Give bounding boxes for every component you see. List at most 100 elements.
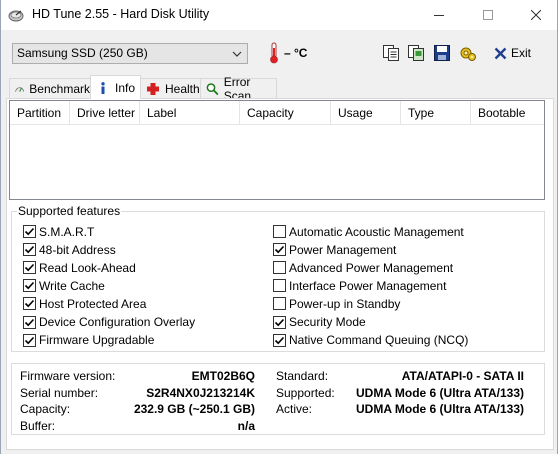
- standard-label: Standard:: [276, 369, 329, 383]
- feature-checkbox[interactable]: 48-bit Address: [23, 242, 116, 257]
- feature-checkbox[interactable]: Interface Power Management: [273, 278, 446, 293]
- save-icon[interactable]: [433, 44, 451, 62]
- app-window: HD Tune 2.55 - Hard Disk Utility Samsung…: [0, 0, 558, 454]
- feature-label: Device Configuration Overlay: [39, 315, 196, 329]
- feature-label: Read Look-Ahead: [39, 260, 136, 275]
- capacity-value: 232.9 GB (~250.1 GB): [133, 402, 255, 416]
- column-drive-letter[interactable]: Drive letter: [70, 101, 140, 125]
- feature-label: Host Protected Area: [39, 296, 147, 311]
- check-icon: [24, 227, 35, 236]
- checkbox-checked[interactable]: [23, 333, 36, 347]
- tab-health[interactable]: Health: [140, 78, 201, 98]
- feature-label: Power-up in Standby: [289, 296, 401, 311]
- drive-select-value: Samsung SSD (250 GB): [17, 46, 148, 60]
- exit-button[interactable]: Exit: [494, 42, 540, 64]
- feature-checkbox[interactable]: Device Configuration Overlay: [23, 315, 195, 330]
- feature-label: Power Management: [289, 242, 397, 257]
- checkbox-unchecked[interactable]: [273, 297, 286, 311]
- feature-checkbox[interactable]: S.M.A.R.T: [23, 224, 94, 239]
- check-icon: [24, 264, 35, 272]
- checkbox-checked[interactable]: [23, 225, 36, 238]
- checkbox-checked[interactable]: [23, 243, 36, 257]
- tab-benchmark[interactable]: Benchmark: [9, 78, 91, 98]
- column-partition[interactable]: Partition: [10, 101, 70, 125]
- supported-label: Supported:: [276, 386, 335, 400]
- checkbox-checked[interactable]: [23, 297, 36, 311]
- feature-checkbox[interactable]: Read Look-Ahead: [23, 260, 136, 275]
- minimize-button[interactable]: [416, 0, 462, 30]
- column-usage[interactable]: Usage: [331, 101, 401, 125]
- feature-checkbox[interactable]: Power Management: [273, 242, 396, 257]
- feature-checkbox[interactable]: Security Mode: [273, 315, 366, 330]
- checkbox-checked[interactable]: [273, 243, 286, 257]
- tab-info[interactable]: Info: [90, 75, 141, 99]
- tab-info-label: Info: [115, 80, 136, 95]
- partition-list[interactable]: Partition Drive letter Label Capacity Us…: [9, 100, 545, 200]
- feature-checkbox[interactable]: Native Command Queuing (NCQ): [273, 333, 468, 348]
- feature-checkbox[interactable]: Host Protected Area: [23, 296, 146, 311]
- checkbox-checked[interactable]: [273, 333, 286, 347]
- feature-checkbox[interactable]: Advanced Power Management: [273, 260, 453, 275]
- minimize-icon: [434, 15, 444, 16]
- copy-screenshot-icon[interactable]: [407, 44, 425, 62]
- checkbox-unchecked[interactable]: [273, 279, 286, 293]
- feature-label: 48-bit Address: [39, 242, 116, 257]
- firmware-value: EMT02B6Q: [191, 369, 255, 383]
- active-value: UDMA Mode 6 (Ultra ATA/133): [355, 402, 524, 416]
- maximize-button[interactable]: [465, 0, 511, 30]
- buffer-value: n/a: [237, 419, 255, 433]
- buffer-label: Buffer:: [20, 419, 56, 433]
- window-title: HD Tune 2.55 - Hard Disk Utility: [32, 7, 210, 21]
- maximize-icon: [483, 10, 493, 20]
- check-icon: [274, 318, 285, 326]
- column-label[interactable]: Label: [140, 101, 240, 125]
- firmware-label: Firmware version:: [20, 369, 116, 383]
- checkbox-checked[interactable]: [23, 261, 36, 275]
- checkbox-checked[interactable]: [23, 279, 36, 293]
- feature-label: Security Mode: [289, 315, 366, 329]
- drive-select[interactable]: Samsung SSD (250 GB): [12, 43, 248, 64]
- feature-label: Automatic Acoustic Management: [289, 224, 464, 239]
- exit-label: Exit: [511, 46, 532, 60]
- checkbox-unchecked[interactable]: [273, 261, 286, 275]
- feature-checkbox[interactable]: Power-up in Standby: [273, 296, 400, 311]
- serial-label: Serial number:: [20, 386, 99, 400]
- column-type[interactable]: Type: [401, 101, 471, 125]
- options-icon[interactable]: [459, 44, 477, 62]
- app-icon: [8, 10, 24, 22]
- check-icon: [24, 318, 35, 326]
- partition-list-header: Partition Drive letter Label Capacity Us…: [10, 101, 544, 125]
- active-label: Active:: [276, 402, 313, 416]
- feature-label: Write Cache: [39, 278, 105, 293]
- check-icon: [274, 246, 285, 254]
- check-icon: [274, 336, 285, 344]
- checkbox-checked[interactable]: [273, 315, 286, 329]
- exit-icon: [494, 47, 507, 59]
- check-icon: [24, 282, 35, 290]
- title-bar[interactable]: HD Tune 2.55 - Hard Disk Utility: [1, 0, 557, 30]
- error-scan-icon: [206, 82, 219, 95]
- column-capacity[interactable]: Capacity: [240, 101, 331, 125]
- info-icon: [101, 81, 105, 94]
- supported-features-title: Supported features: [17, 204, 122, 218]
- feature-label: Interface Power Management: [289, 278, 447, 293]
- close-button[interactable]: [513, 0, 558, 30]
- feature-checkbox[interactable]: Write Cache: [23, 278, 105, 293]
- feature-checkbox[interactable]: Automatic Acoustic Management: [273, 224, 464, 239]
- tab-health-label: Health: [165, 81, 200, 96]
- tab-benchmark-label: Benchmark: [29, 81, 90, 96]
- feature-label: Advanced Power Management: [289, 260, 454, 275]
- chevron-down-icon: [232, 51, 242, 57]
- feature-label: Firmware Upgradable: [39, 333, 155, 348]
- tab-error-scan[interactable]: Error Scan: [200, 75, 277, 103]
- health-icon: [147, 82, 159, 95]
- check-icon: [24, 246, 35, 254]
- copy-info-icon[interactable]: [382, 44, 400, 62]
- checkbox-checked[interactable]: [23, 315, 36, 329]
- standard-value: ATA/ATAPI-0 - SATA II: [401, 369, 524, 383]
- capacity-label: Capacity:: [20, 402, 71, 416]
- serial-value: S2R4NX0J213214K: [146, 386, 255, 400]
- feature-checkbox[interactable]: Firmware Upgradable: [23, 333, 154, 348]
- checkbox-unchecked[interactable]: [273, 225, 286, 238]
- column-bootable[interactable]: Bootable: [471, 101, 545, 125]
